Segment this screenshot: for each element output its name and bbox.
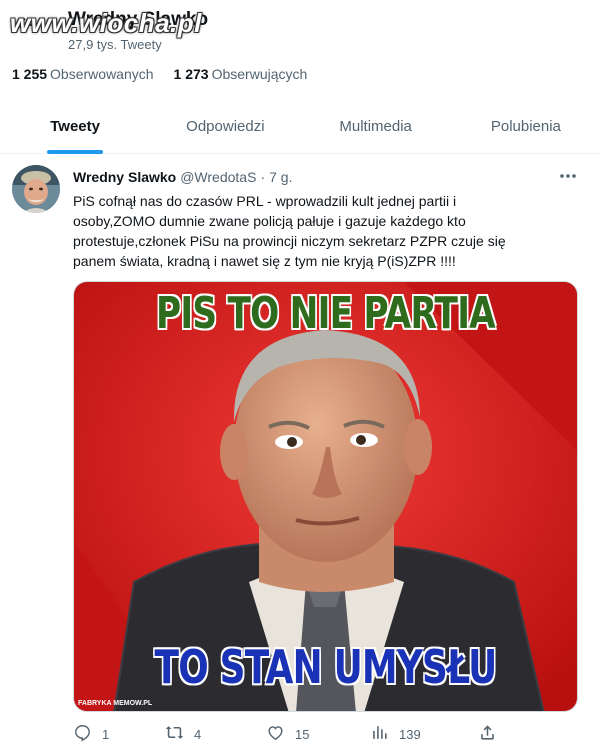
meme-bottom-caption: TO STAN UMYSŁU (154, 640, 498, 694)
tweet-handle[interactable]: @WredotaS (180, 169, 256, 185)
profile-header: Wredny Slawko 27,9 tys. Tweety www.wioch… (0, 0, 601, 60)
following-link[interactable]: 1 255 Obserwowanych (12, 66, 154, 82)
views-button[interactable]: 139 (370, 723, 421, 745)
followers-count: 1 273 (173, 66, 209, 82)
reply-count: 1 (102, 726, 110, 742)
separator-dot: · (260, 169, 266, 185)
tab-odpowiedzi[interactable]: Odpowiedzi (150, 100, 300, 153)
active-tab-indicator (47, 150, 104, 154)
watermark: www.wiocha.pl (10, 8, 202, 38)
tweet-time[interactable]: 7 g. (269, 169, 292, 185)
tab-multimedia[interactable]: Multimedia (301, 100, 451, 153)
tweet-text: PiS cofnął nas do czasów PRL - wprowadzi… (73, 193, 506, 269)
like-button[interactable]: 15 (266, 723, 309, 745)
more-options-icon[interactable] (556, 167, 580, 185)
profile-tabs: Tweety Odpowiedzi Multimedia Polubienia (0, 100, 601, 154)
tweet-count: 27,9 tys. Tweety (68, 37, 162, 52)
followers-link[interactable]: 1 273 Obserwujących (174, 66, 308, 82)
twitter-profile-page: Wredny Slawko 27,9 tys. Tweety www.wioch… (0, 0, 601, 748)
tab-label: Tweety (50, 118, 100, 135)
tweet-header: Wredny Slawko @WredotaS · 7 g. (73, 169, 292, 185)
reply-icon (73, 723, 92, 745)
reply-button[interactable]: 1 (73, 723, 109, 745)
analytics-icon (370, 723, 389, 745)
tab-tweety[interactable]: Tweety (0, 100, 150, 154)
tweet-actions: 1 4 15 139 (0, 723, 601, 745)
tweet-author[interactable]: Wredny Slawko (73, 169, 176, 185)
share-icon (478, 723, 497, 745)
retweet-icon (165, 723, 184, 745)
share-button[interactable] (478, 723, 497, 745)
heart-icon (266, 723, 285, 745)
avatar[interactable] (12, 165, 60, 213)
following-count: 1 255 (12, 66, 48, 82)
retweet-count: 4 (194, 726, 202, 742)
tab-label: Odpowiedzi (186, 118, 265, 135)
tab-label: Multimedia (339, 118, 412, 135)
tab-polubienia[interactable]: Polubienia (451, 100, 601, 153)
view-count: 139 (399, 726, 421, 742)
like-count: 15 (295, 726, 310, 742)
tab-label: Polubienia (490, 118, 561, 135)
follow-stats: 1 255 Obserwowanych 1 273 Obserwujących (12, 66, 307, 82)
tweet-media-image[interactable]: PIS TO NIE PARTIA TO STAN UMYSŁU FABRYKA… (73, 281, 578, 712)
retweet-button[interactable]: 4 (165, 723, 201, 745)
tweet[interactable]: Wredny Slawko @WredotaS · 7 g. PiS cofną… (0, 155, 601, 748)
following-label: Obserwowanych (50, 66, 154, 82)
meme-credit: FABRYKA MEMOW.PL (78, 700, 153, 707)
followers-label: Obserwujących (211, 66, 308, 82)
meme-top-caption: PIS TO NIE PARTIA (156, 288, 496, 339)
